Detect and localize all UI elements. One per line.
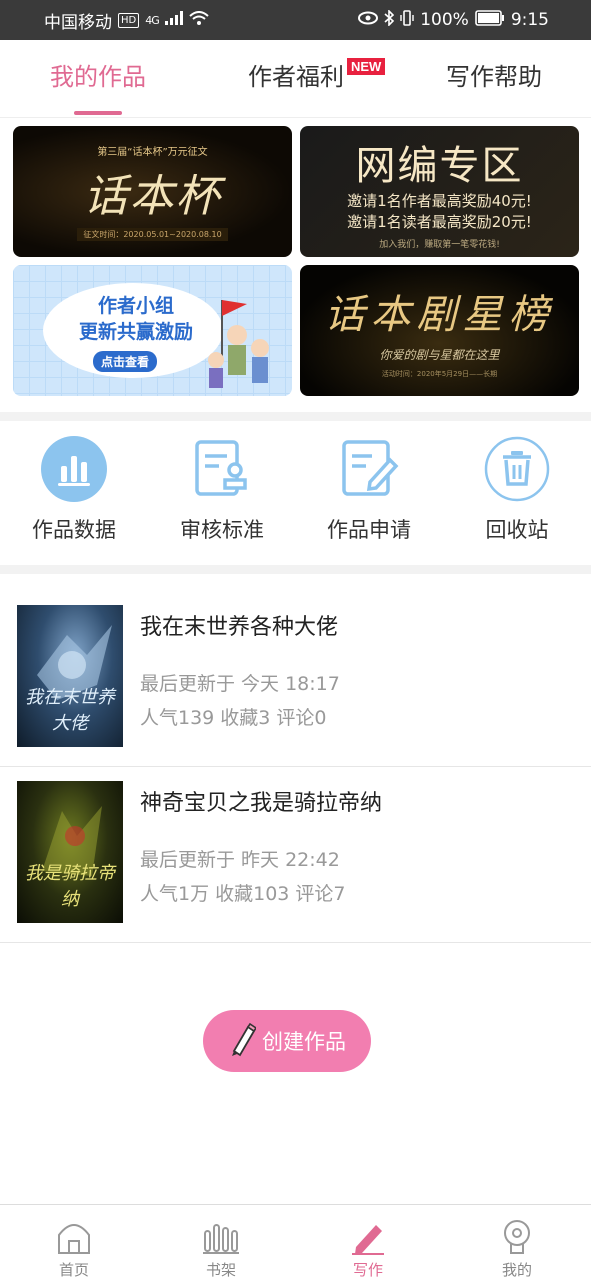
banner-line: 更新共赢激励 xyxy=(78,321,193,343)
nav-label: 书架 xyxy=(205,1261,236,1279)
nav-label: 写作 xyxy=(352,1261,383,1279)
quick-action-label: 回收站 xyxy=(485,518,549,542)
section-divider xyxy=(0,565,591,574)
tab-writing-help[interactable]: 写作帮助 xyxy=(436,40,552,118)
quick-actions: 作品数据 审核标准 作品申请 回收站 xyxy=(0,422,591,567)
work-stats: 人气1万 收藏103 评论7 xyxy=(140,883,346,905)
work-title: 我在末世养各种大佬 xyxy=(140,615,339,640)
top-tab-bar: 我的作品 作者福利 写作帮助 xyxy=(0,40,591,118)
tab-my-works[interactable]: 我的作品 xyxy=(40,40,156,118)
bluetooth-icon xyxy=(384,8,395,31)
tab-author-benefits[interactable]: 作者福利 xyxy=(238,40,354,118)
banner-subtitle: 第三届“话本杯”万元征文 xyxy=(97,146,208,158)
battery-icon xyxy=(475,9,505,31)
new-badge: NEW xyxy=(347,58,386,75)
nav-write[interactable]: 写作 xyxy=(318,1211,418,1280)
status-bar: 中国移动 HD 4G 100% 9:15 xyxy=(0,0,591,40)
review-standard-icon xyxy=(189,436,255,502)
quick-action-works-data[interactable]: 作品数据 xyxy=(9,436,139,544)
cover-title: 我是骑拉帝纳 xyxy=(25,863,115,910)
banner-line: 邀请1名读者最高奖励20元! xyxy=(347,213,532,231)
edit-document-icon xyxy=(336,436,402,502)
banner-author-group[interactable]: 作者小组 更新共赢激励 点击查看 xyxy=(13,265,292,396)
quick-action-label: 作品申请 xyxy=(327,518,411,542)
quick-action-review-standard[interactable]: 审核标准 xyxy=(157,436,287,544)
wifi-icon xyxy=(189,10,209,30)
vibrate-icon xyxy=(400,9,414,31)
quick-action-works-apply[interactable]: 作品申请 xyxy=(304,436,434,544)
banner-footer: 加入我们，赚取第一笔零花钱! xyxy=(379,240,500,250)
book-cover: 我是骑拉帝纳 xyxy=(17,781,123,923)
nav-label: 首页 xyxy=(58,1261,89,1279)
trash-icon xyxy=(484,436,550,502)
clock: 9:15 xyxy=(510,10,549,30)
banner-view-button: 点击查看 xyxy=(93,351,158,372)
eye-icon xyxy=(358,10,379,30)
quick-action-label: 作品数据 xyxy=(32,518,116,542)
work-last-updated: 最后更新于 昨天 22:42 xyxy=(140,849,340,871)
banner-footer: 活动时间：2020年5月29日——长期 xyxy=(381,370,498,378)
bar-chart-icon xyxy=(41,436,107,502)
hd-indicator: HD xyxy=(118,12,140,28)
banner-line: 邀请1名作者最高奖励40元! xyxy=(347,192,532,210)
work-item[interactable]: 我是骑拉帝纳 神奇宝贝之我是骑拉帝纳 最后更新于 昨天 22:42 人气1万 收… xyxy=(0,767,591,943)
work-title: 神奇宝贝之我是骑拉帝纳 xyxy=(140,791,383,816)
banner-line: 作者小组 xyxy=(97,295,174,317)
battery-percent: 100% xyxy=(420,10,469,30)
profile-icon xyxy=(467,1211,567,1255)
banner-subtitle: 你爱的剧与星都在这里 xyxy=(379,348,500,362)
home-icon xyxy=(24,1211,124,1255)
carrier-label: 中国移动 xyxy=(44,12,112,33)
cartoon-figures-illustration xyxy=(208,300,269,388)
active-tab-indicator xyxy=(74,111,122,115)
network-type: 4G xyxy=(145,13,159,27)
signal-icon xyxy=(164,10,183,30)
banner-text: 作者小组 更新共赢激励 xyxy=(61,293,211,345)
nav-bookshelf[interactable]: 书架 xyxy=(171,1211,271,1280)
work-last-updated: 最后更新于 今天 18:17 xyxy=(140,673,340,695)
section-divider xyxy=(0,412,591,421)
banner-editor-zone[interactable]: 网编专区 邀请1名作者最高奖励40元! 邀请1名读者最高奖励20元! 加入我们，… xyxy=(300,126,579,257)
create-work-button[interactable]: 创建作品 xyxy=(203,1010,371,1072)
create-work-label: 创建作品 xyxy=(262,1030,346,1054)
banner-title: 网编专区 xyxy=(355,143,524,189)
banner-title: 话本杯 xyxy=(83,170,222,222)
banner-huaben-cup[interactable]: 第三届“话本杯”万元征文 话本杯 征文时间：2020.05.01~2020.08… xyxy=(13,126,292,257)
pencil-icon xyxy=(228,1021,258,1062)
banner-drama-star-ranking[interactable]: 话本剧星榜 你爱的剧与星都在这里 活动时间：2020年5月29日——长期 xyxy=(300,265,579,396)
nav-mine[interactable]: 我的 xyxy=(467,1211,567,1280)
banner-title: 话本剧星榜 xyxy=(324,292,555,338)
bottom-navigation: 首页 书架 写作 我的 xyxy=(0,1204,591,1280)
pen-icon xyxy=(318,1211,418,1255)
nav-label: 我的 xyxy=(501,1261,532,1279)
nav-home[interactable]: 首页 xyxy=(24,1211,124,1280)
quick-action-recycle-bin[interactable]: 回收站 xyxy=(452,436,582,544)
quick-action-label: 审核标准 xyxy=(180,518,264,542)
book-cover: 我在末世养大佬 xyxy=(17,605,123,747)
banner-date: 征文时间：2020.05.01~2020.08.10 xyxy=(77,227,228,241)
cover-title: 我在末世养大佬 xyxy=(25,687,115,734)
bookshelf-icon xyxy=(171,1211,271,1255)
work-stats: 人气139 收藏3 评论0 xyxy=(140,707,327,729)
work-item[interactable]: 我在末世养大佬 我在末世养各种大佬 最后更新于 今天 18:17 人气139 收… xyxy=(0,591,591,767)
